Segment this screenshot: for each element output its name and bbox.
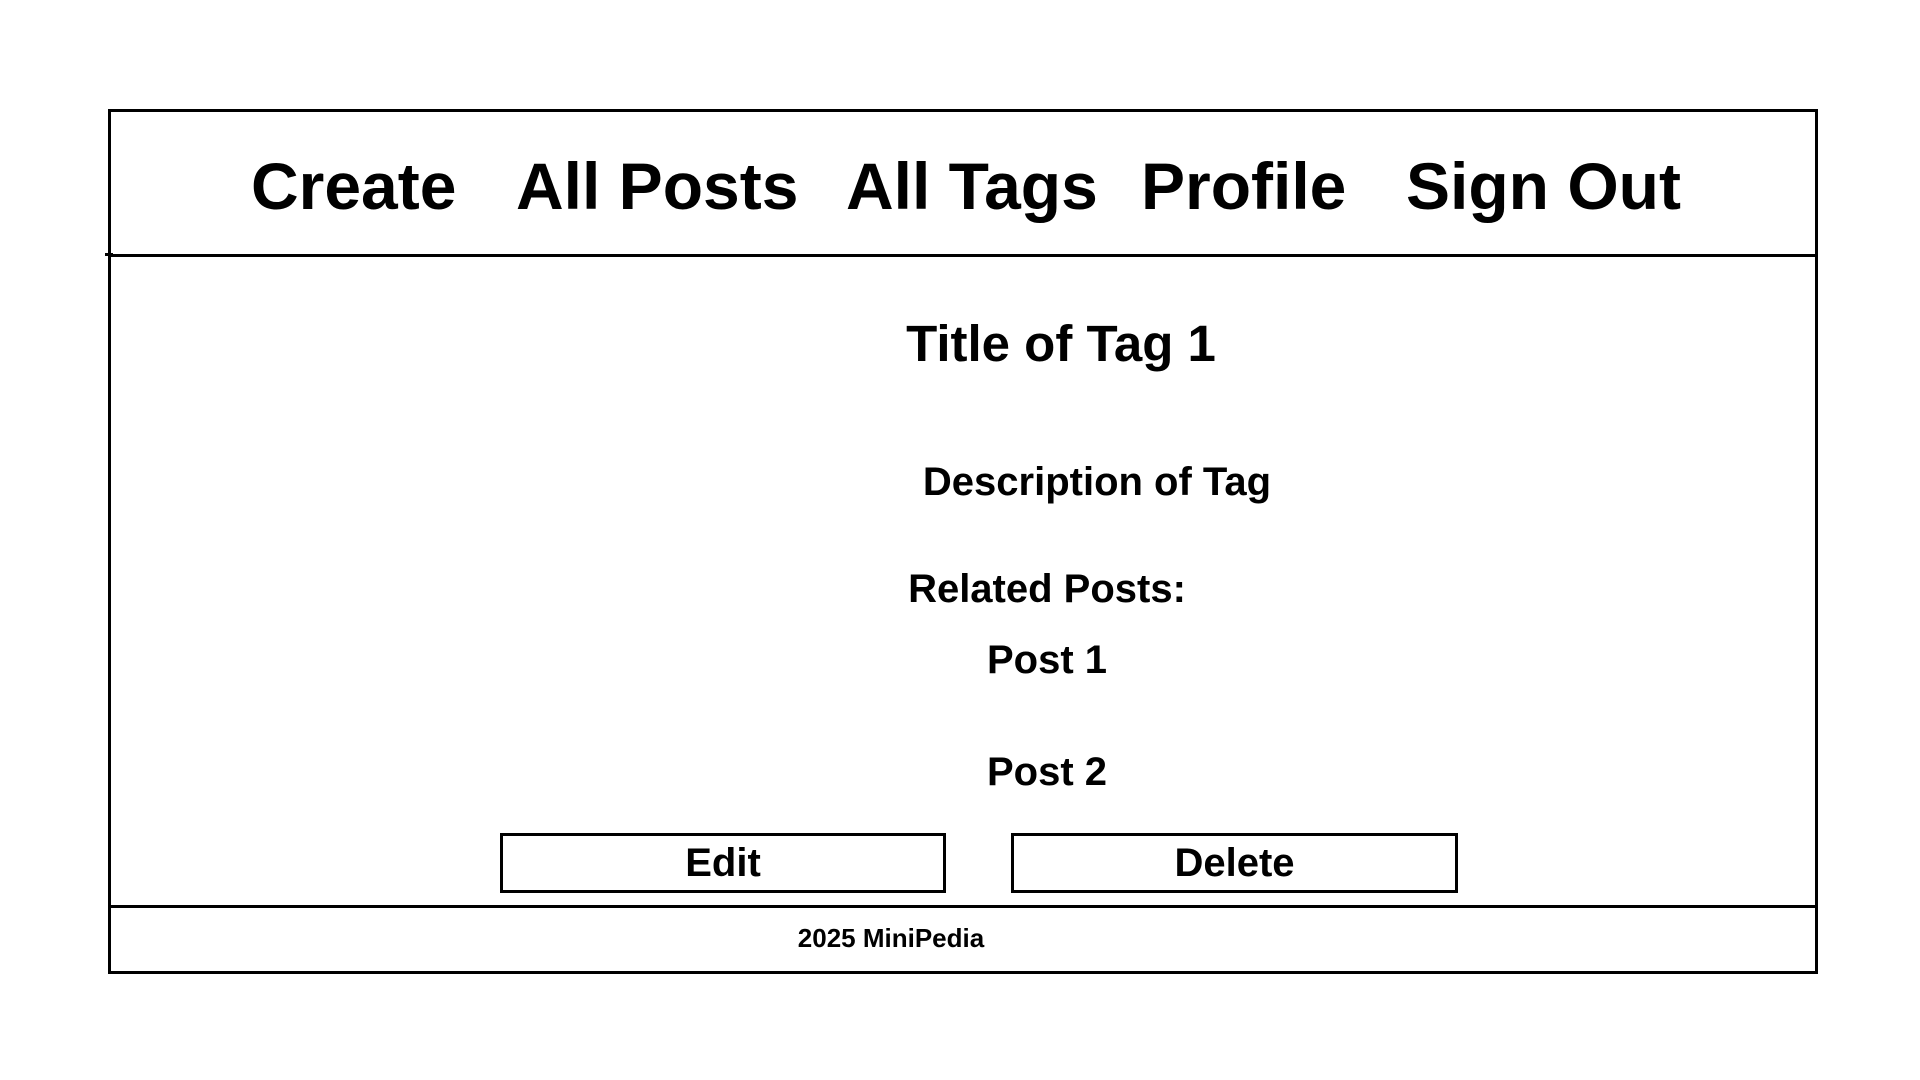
- nav-link-all-tags[interactable]: All Tags: [846, 153, 1098, 219]
- related-post-link-2[interactable]: Post 2: [847, 752, 1247, 792]
- page-frame: Create All Posts All Tags Profile Sign O…: [105, 109, 1818, 974]
- footer: 2025 MiniPedia: [111, 905, 1815, 971]
- edit-button[interactable]: Edit: [500, 833, 946, 893]
- nav-link-sign-out[interactable]: Sign Out: [1406, 153, 1681, 219]
- nav-link-create[interactable]: Create: [251, 153, 456, 219]
- top-navigation-bar: Create All Posts All Tags Profile Sign O…: [105, 112, 1815, 257]
- nav-link-profile[interactable]: Profile: [1141, 153, 1346, 219]
- nav-divider-tick: [105, 253, 113, 256]
- delete-button[interactable]: Delete: [1011, 833, 1458, 893]
- related-post-link-1[interactable]: Post 1: [847, 640, 1247, 680]
- tag-description: Description of Tag: [922, 460, 1272, 504]
- nav-link-all-posts[interactable]: All Posts: [516, 153, 798, 219]
- related-posts-label: Related Posts:: [908, 567, 1186, 611]
- tag-title: Title of Tag 1: [906, 315, 1216, 372]
- footer-copyright: 2025 MiniPedia: [797, 923, 985, 953]
